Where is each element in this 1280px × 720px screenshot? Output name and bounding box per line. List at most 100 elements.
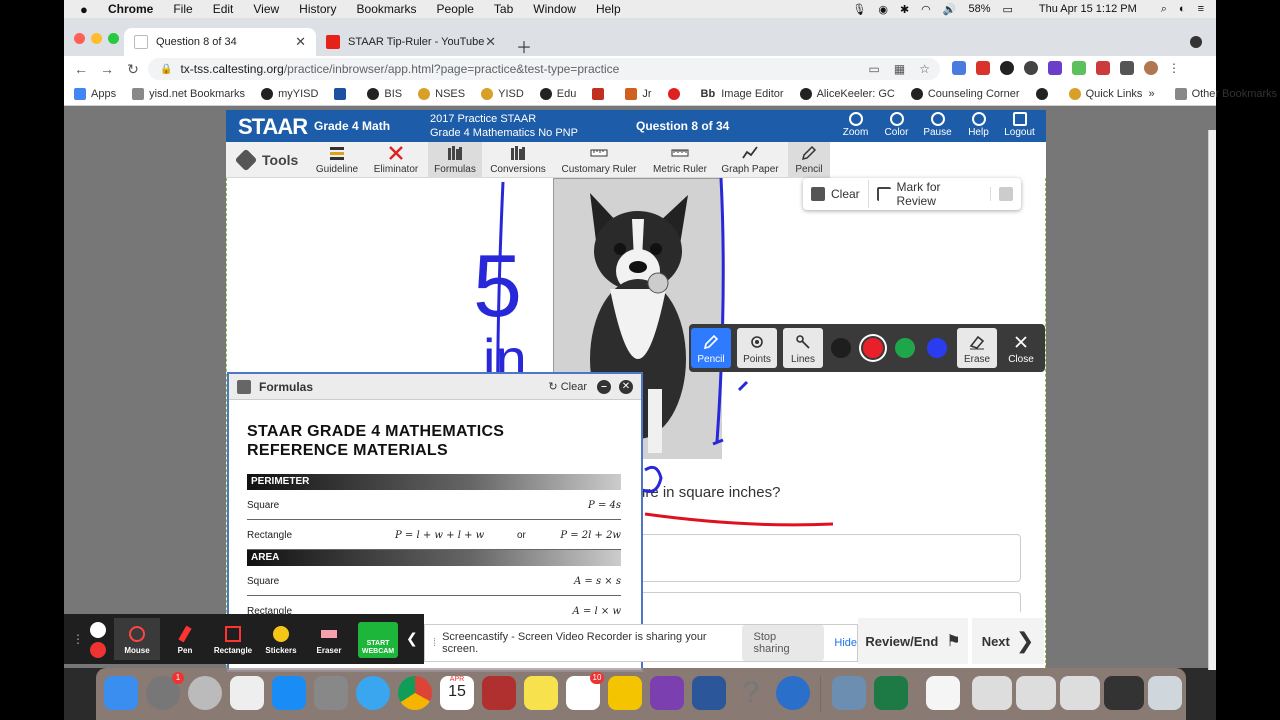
control-center-icon[interactable]: ≡ — [1198, 3, 1204, 15]
tool-formulas[interactable]: Formulas — [428, 142, 482, 178]
finder-icon[interactable] — [104, 676, 138, 710]
app-store-icon[interactable] — [272, 676, 306, 710]
lock-icon[interactable]: 🔒 — [160, 64, 172, 75]
translate-extension-icon[interactable] — [952, 61, 966, 75]
puzzle-extensions-icon[interactable] — [1120, 61, 1134, 75]
mark-for-review-button[interactable]: Mark for Review — [867, 180, 990, 208]
screencastify-extension-icon[interactable] — [1024, 61, 1038, 75]
apple-icon[interactable]: ● — [80, 2, 94, 17]
help-question-icon[interactable]: ? — [734, 676, 768, 710]
next-button[interactable]: Next ❯ — [972, 618, 1044, 664]
tab-youtube[interactable]: STAAR Tip-Ruler - YouTube ✕ — [316, 28, 506, 56]
bookmark-myyisd[interactable]: myYISD — [261, 87, 318, 100]
new-tab-icon[interactable]: ＋ — [516, 34, 532, 58]
tool-conversions[interactable]: Conversions — [484, 142, 552, 178]
back-icon[interactable]: ← — [68, 61, 94, 77]
answer-input[interactable] — [635, 534, 1021, 582]
bookmark-quick-links[interactable]: Quick Links — [1068, 87, 1142, 100]
bookmark-edu[interactable]: Edu — [539, 87, 576, 100]
bb-app-icon[interactable] — [650, 676, 684, 710]
menu-bookmarks[interactable]: Bookmarks — [357, 2, 417, 16]
close-tab-icon[interactable]: ✕ — [295, 34, 306, 50]
system-preferences-icon[interactable]: 1 — [146, 672, 184, 710]
zoom-button[interactable]: Zoom — [835, 112, 876, 138]
calendar-icon[interactable]: APR 15 — [440, 676, 474, 710]
launchpad-icon[interactable] — [188, 676, 222, 710]
pdf-doc-icon[interactable] — [926, 676, 960, 710]
chrome-icon[interactable] — [398, 676, 432, 710]
volume-icon[interactable]: 🔊 — [943, 3, 957, 16]
qr-icon[interactable]: ▦ — [894, 62, 905, 76]
bookmark-game[interactable] — [592, 87, 609, 100]
close-tab-icon[interactable]: ✕ — [485, 34, 496, 50]
start-webcam-button[interactable]: START WEBCAM — [358, 622, 398, 658]
close-pencil-button[interactable]: Close — [1001, 328, 1041, 368]
menu-edit[interactable]: Edit — [213, 2, 234, 16]
pause-button[interactable]: Pause — [917, 112, 958, 138]
screen-record-icon[interactable]: ◉ — [878, 3, 888, 16]
formulas-header[interactable]: Formulas ↻ Clear – ✕ — [229, 374, 641, 400]
clock[interactable]: Thu Apr 15 1:12 PM — [1039, 3, 1137, 15]
reload-icon[interactable]: ↻ — [120, 61, 146, 78]
bookmark-yisd-folder[interactable]: yisd.net Bookmarks — [132, 87, 245, 100]
reminders-icon[interactable]: 10 — [566, 672, 604, 710]
bookmark-star-icon[interactable]: ☆ — [919, 62, 930, 76]
profile-avatar[interactable] — [1144, 61, 1158, 75]
bookmark-esp[interactable] — [334, 87, 351, 100]
color-button[interactable]: Color — [876, 112, 917, 138]
bookmark-jr[interactable]: Jr — [625, 87, 652, 100]
answer-option-2[interactable] — [635, 592, 1021, 612]
lines-tool-button[interactable]: Lines — [783, 328, 823, 368]
word-icon[interactable] — [692, 676, 726, 710]
minimize-icon[interactable]: – — [597, 379, 611, 394]
clear-button[interactable]: Clear — [803, 187, 868, 201]
trash-icon[interactable] — [1148, 676, 1182, 710]
menu-view[interactable]: View — [253, 2, 279, 16]
notes-button[interactable] — [990, 187, 1021, 201]
bookmark-alicekeeler[interactable]: AliceKeeler: GC — [799, 87, 895, 100]
bookmark-nses[interactable]: NSES — [418, 87, 465, 100]
screencastify-rectangle-button[interactable]: Rectangle — [210, 618, 256, 660]
stop-sharing-button[interactable]: Stop sharing — [741, 625, 825, 661]
screencastify-mouse-button[interactable]: Mouse — [114, 618, 160, 660]
minimize-window-button[interactable] — [91, 33, 102, 44]
bookmark-black[interactable] — [1035, 87, 1053, 100]
tool-graph-paper[interactable]: Graph Paper — [716, 142, 784, 178]
pages-icon[interactable] — [608, 676, 642, 710]
safari-icon[interactable] — [356, 676, 390, 710]
tool-metric-ruler[interactable]: Metric Ruler — [646, 142, 714, 178]
window-thumb-icon[interactable] — [1060, 676, 1100, 710]
more-bookmarks-chevron[interactable]: » — [1148, 88, 1154, 100]
wifi-icon[interactable]: ◠ — [921, 3, 931, 16]
stop-recording-icon[interactable] — [90, 642, 106, 658]
points-tool-button[interactable]: Points — [737, 328, 777, 368]
grid-extension-icon[interactable] — [1072, 61, 1086, 75]
menu-file[interactable]: File — [173, 2, 192, 16]
excel-icon[interactable] — [874, 676, 908, 710]
calculator-icon[interactable] — [314, 676, 348, 710]
preview-icon[interactable] — [832, 676, 866, 710]
tab-search-icon[interactable] — [1190, 36, 1202, 48]
menu-tab[interactable]: Tab — [494, 2, 513, 16]
mic-icon[interactable]: 🎙 — [852, 3, 866, 16]
tool-pencil[interactable]: Pencil — [788, 142, 830, 178]
bookmark-apps[interactable]: Apps — [74, 87, 116, 100]
spotlight-icon[interactable]: ⌕ — [1161, 3, 1167, 16]
menu-history[interactable]: History — [299, 2, 336, 16]
review-end-button[interactable]: Review/End ⚑ — [858, 618, 968, 664]
window-thumb-icon[interactable] — [1104, 676, 1144, 710]
menu-help[interactable]: Help — [596, 2, 621, 16]
zoom-window-button[interactable] — [108, 33, 119, 44]
bookmark-bis[interactable]: BIS — [367, 87, 402, 100]
battery-percent[interactable]: 58% — [968, 3, 990, 15]
color-swatch-black[interactable] — [829, 336, 853, 360]
screencastify-stickers-button[interactable]: Stickers — [258, 618, 304, 660]
screencastify-pen-button[interactable]: Pen — [162, 618, 208, 660]
close-window-button[interactable] — [74, 33, 85, 44]
tool-guideline[interactable]: Guideline — [312, 142, 362, 178]
bluetooth-icon[interactable]: ✱ — [900, 3, 909, 16]
chrome-menu-icon[interactable]: ⋮ — [1168, 61, 1182, 75]
bookmark-yisd[interactable]: YISD — [481, 87, 524, 100]
menu-window[interactable]: Window — [533, 2, 576, 16]
other-bookmarks-folder[interactable]: Other Bookmarks — [1174, 87, 1277, 100]
